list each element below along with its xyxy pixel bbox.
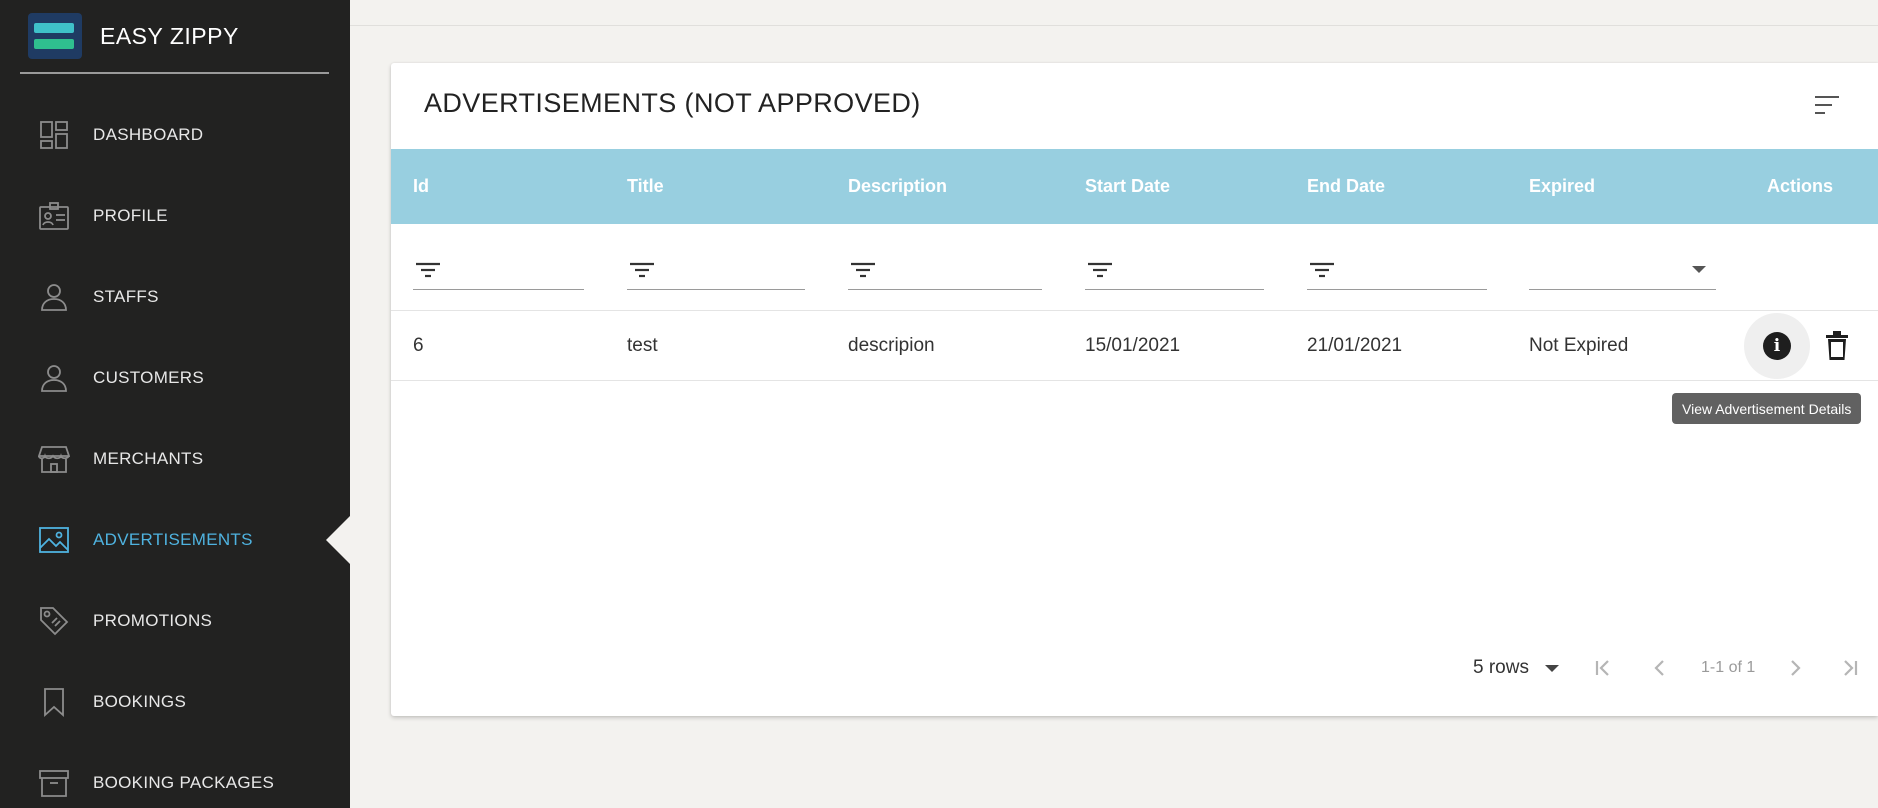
chevron-right-icon	[1791, 660, 1801, 676]
pagination: 5 rows 1-1 of 1	[391, 648, 1878, 688]
page-info: 1-1 of 1	[1701, 659, 1756, 676]
advertisements-card: ADVERTISEMENTS (NOT APPROVED) Id Title D…	[391, 63, 1878, 716]
filter-input-id[interactable]	[413, 250, 584, 290]
rows-per-page-value: 5 rows	[1473, 657, 1529, 678]
filter-icon	[630, 262, 654, 277]
sidebar-item-bookings[interactable]: BOOKINGS	[0, 661, 350, 742]
sidebar-item-promotions[interactable]: PROMOTIONS	[0, 580, 350, 661]
app-logo	[28, 13, 82, 59]
column-header-end-date[interactable]: End Date	[1307, 149, 1385, 224]
filter-icon	[851, 262, 875, 277]
person-icon	[38, 280, 70, 314]
next-page-button[interactable]	[1781, 654, 1809, 682]
top-divider	[350, 25, 1878, 26]
bookmark-icon	[38, 685, 70, 719]
sidebar-item-staffs[interactable]: STAFFS	[0, 256, 350, 337]
delete-button[interactable]	[1821, 330, 1853, 362]
sidebar-item-label: DASHBOARD	[93, 124, 204, 144]
sidebar-item-label: CUSTOMERS	[93, 367, 205, 387]
filter-input-title[interactable]	[627, 250, 805, 290]
tag-icon	[38, 604, 70, 638]
sidebar-item-merchants[interactable]: MERCHANTS	[0, 418, 350, 499]
sidebar-item-label: MERCHANTS	[93, 448, 204, 468]
filter-input-start-date[interactable]	[1085, 250, 1264, 290]
cell-start-date: 15/01/2021	[1085, 335, 1181, 356]
sidebar-item-label: PROMOTIONS	[93, 610, 213, 630]
last-page-icon	[1844, 660, 1858, 676]
sidebar-item-label: ADVERTISEMENTS	[93, 529, 253, 549]
table-row[interactable]: 6 test descripion 15/01/2021 21/01/2021 …	[391, 311, 1878, 381]
page-title: ADVERTISEMENTS (NOT APPROVED)	[424, 88, 921, 118]
filter-icon	[1088, 262, 1112, 277]
first-page-icon	[1595, 660, 1609, 676]
chevron-down-icon	[1544, 664, 1559, 672]
filter-row	[391, 224, 1878, 311]
sidebar-item-booking-packages[interactable]: BOOKING PACKAGES	[0, 742, 350, 808]
sidebar-item-profile[interactable]: PROFILE	[0, 175, 350, 256]
sidebar-item-label: PROFILE	[93, 205, 168, 225]
table-header: Id Title Description Start Date End Date…	[391, 149, 1878, 224]
first-page-button[interactable]	[1590, 654, 1618, 682]
store-icon	[38, 442, 70, 476]
chevron-down-icon	[1692, 266, 1706, 273]
last-page-button[interactable]	[1835, 654, 1863, 682]
app-name: EASY ZIPPY	[100, 22, 239, 49]
image-icon	[38, 523, 70, 557]
cell-title: test	[627, 335, 658, 356]
sidebar-item-dashboard[interactable]: DASHBOARD	[0, 94, 350, 175]
chevron-left-icon	[1654, 660, 1664, 676]
tooltip: View Advertisement Details	[1672, 393, 1862, 424]
sidebar-item-customers[interactable]: CUSTOMERS	[0, 337, 350, 418]
sidebar-nav: DASHBOARD PROFILE STAFFS CUSTOMERS MERCH…	[0, 94, 350, 808]
cell-end-date: 21/01/2021	[1307, 335, 1403, 356]
filter-input-description[interactable]	[848, 250, 1042, 290]
trash-icon	[1826, 331, 1848, 360]
column-header-id[interactable]: Id	[413, 149, 429, 224]
column-header-start-date[interactable]: Start Date	[1085, 149, 1170, 224]
sidebar-item-label: BOOKINGS	[93, 691, 187, 711]
cell-expired: Not Expired	[1529, 335, 1629, 356]
sidebar-item-advertisements[interactable]: ADVERTISEMENTS	[0, 499, 350, 580]
column-header-description[interactable]: Description	[848, 149, 947, 224]
brand[interactable]: EASY ZIPPY	[20, 0, 329, 74]
rows-per-page-select[interactable]: 5 rows	[1473, 648, 1559, 688]
cell-description: descripion	[848, 335, 935, 356]
filter-icon	[416, 262, 440, 277]
cell-id: 6	[413, 335, 424, 356]
info-icon: i	[1763, 332, 1791, 360]
sidebar: EASY ZIPPY DASHBOARD PROFILE STAFFS CUST…	[0, 0, 350, 808]
sidebar-item-label: STAFFS	[93, 286, 159, 306]
filter-input-end-date[interactable]	[1307, 250, 1487, 290]
filter-icon	[1310, 262, 1334, 277]
archive-icon	[38, 766, 70, 800]
id-card-icon	[38, 199, 70, 233]
view-details-button[interactable]: i	[1744, 313, 1810, 379]
person-icon	[38, 361, 70, 395]
dashboard-icon	[38, 118, 70, 152]
column-header-actions: Actions	[1767, 176, 1834, 196]
sort-filter-icon[interactable]	[1814, 93, 1840, 117]
column-header-expired[interactable]: Expired	[1529, 149, 1595, 224]
column-header-title[interactable]: Title	[627, 149, 664, 224]
filter-select-expired[interactable]	[1529, 250, 1716, 290]
previous-page-button[interactable]	[1646, 654, 1674, 682]
sidebar-item-label: BOOKING PACKAGES	[93, 772, 275, 792]
